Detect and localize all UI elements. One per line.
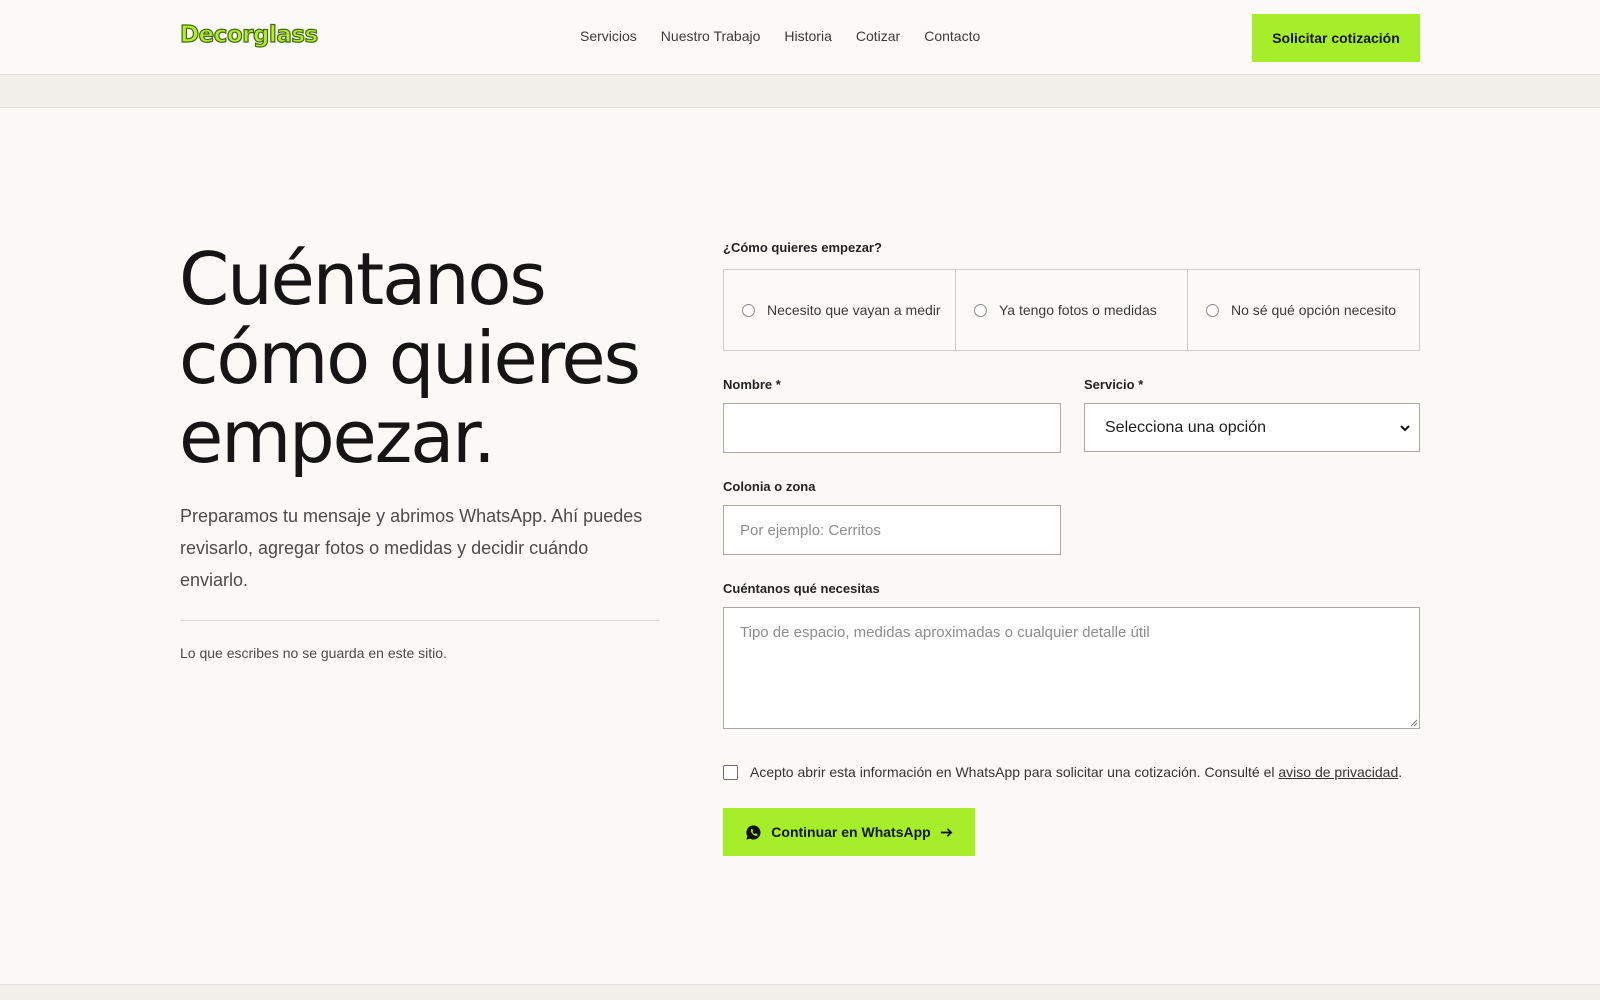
header-strip (0, 75, 1600, 108)
start-option-label: No sé qué opción necesito (1231, 302, 1396, 318)
consent-text: Acepto abrir esta información en WhatsAp… (750, 764, 1403, 780)
request-quote-button[interactable]: Solicitar cotización (1252, 14, 1420, 62)
start-option-unsure[interactable]: No sé qué opción necesito (1187, 270, 1419, 350)
nav-servicios[interactable]: Servicios (580, 28, 637, 44)
nav-cotizar[interactable]: Cotizar (856, 28, 900, 44)
start-option-photos[interactable]: Ya tengo fotos o medidas (955, 270, 1187, 350)
consent-checkbox[interactable] (723, 764, 738, 780)
privacy-link[interactable]: aviso de privacidad (1278, 764, 1398, 780)
hero-description: Preparamos tu mensaje y abrimos WhatsApp… (180, 506, 643, 590)
brand-logo[interactable]: Decorglass (179, 21, 318, 48)
start-option-group: Necesito que vayan a medir Ya tengo foto… (723, 269, 1420, 351)
start-option-label: Necesito que vayan a medir (767, 302, 941, 318)
needs-textarea[interactable] (723, 607, 1420, 729)
main-nav: Servicios Nuestro Trabajo Historia Cotiz… (580, 28, 1004, 44)
service-label: Servicio * (1084, 377, 1144, 392)
whatsapp-icon (746, 824, 761, 840)
continue-whatsapp-label: Continuar en WhatsApp (771, 824, 931, 840)
zone-label: Colonia o zona (723, 479, 816, 494)
resize-handle-icon[interactable] (1410, 719, 1418, 727)
radio-button[interactable] (1206, 303, 1219, 317)
nav-historia[interactable]: Historia (784, 28, 831, 44)
zone-input[interactable] (723, 505, 1061, 555)
hero-divider (180, 620, 660, 621)
service-select-value: Selecciona una opción (1105, 418, 1267, 436)
start-option-label: Ya tengo fotos o medidas (999, 302, 1157, 318)
continue-whatsapp-button[interactable]: Continuar en WhatsApp (723, 808, 975, 856)
start-label: ¿Cómo quieres empezar? (723, 240, 882, 255)
title-line-1: Cuéntanos (179, 237, 547, 321)
footer-strip (0, 984, 1600, 1000)
title-line-2: cómo quieres (179, 316, 641, 400)
title-line-3: empezar. (179, 395, 496, 479)
needs-label: Cuéntanos qué necesitas (723, 581, 880, 596)
privacy-note: Lo que escribes no se guarda en este sit… (180, 645, 447, 661)
radio-button[interactable] (974, 303, 987, 317)
service-select[interactable]: Selecciona una opción (1084, 403, 1420, 452)
nav-nuestro-trabajo[interactable]: Nuestro Trabajo (661, 28, 761, 44)
arrow-right-icon (940, 827, 953, 837)
name-input[interactable] (723, 403, 1061, 453)
site-header: Decorglass Servicios Nuestro Trabajo His… (0, 0, 1600, 75)
page-title: Cuéntanos cómo quieres empezar. (179, 240, 699, 477)
consent-row: Acepto abrir esta información en WhatsAp… (723, 764, 1402, 780)
chevron-down-icon (1400, 425, 1410, 432)
name-label: Nombre * (723, 377, 781, 392)
nav-contacto[interactable]: Contacto (924, 28, 980, 44)
start-option-measure[interactable]: Necesito que vayan a medir (724, 270, 955, 350)
radio-button[interactable] (742, 303, 755, 317)
